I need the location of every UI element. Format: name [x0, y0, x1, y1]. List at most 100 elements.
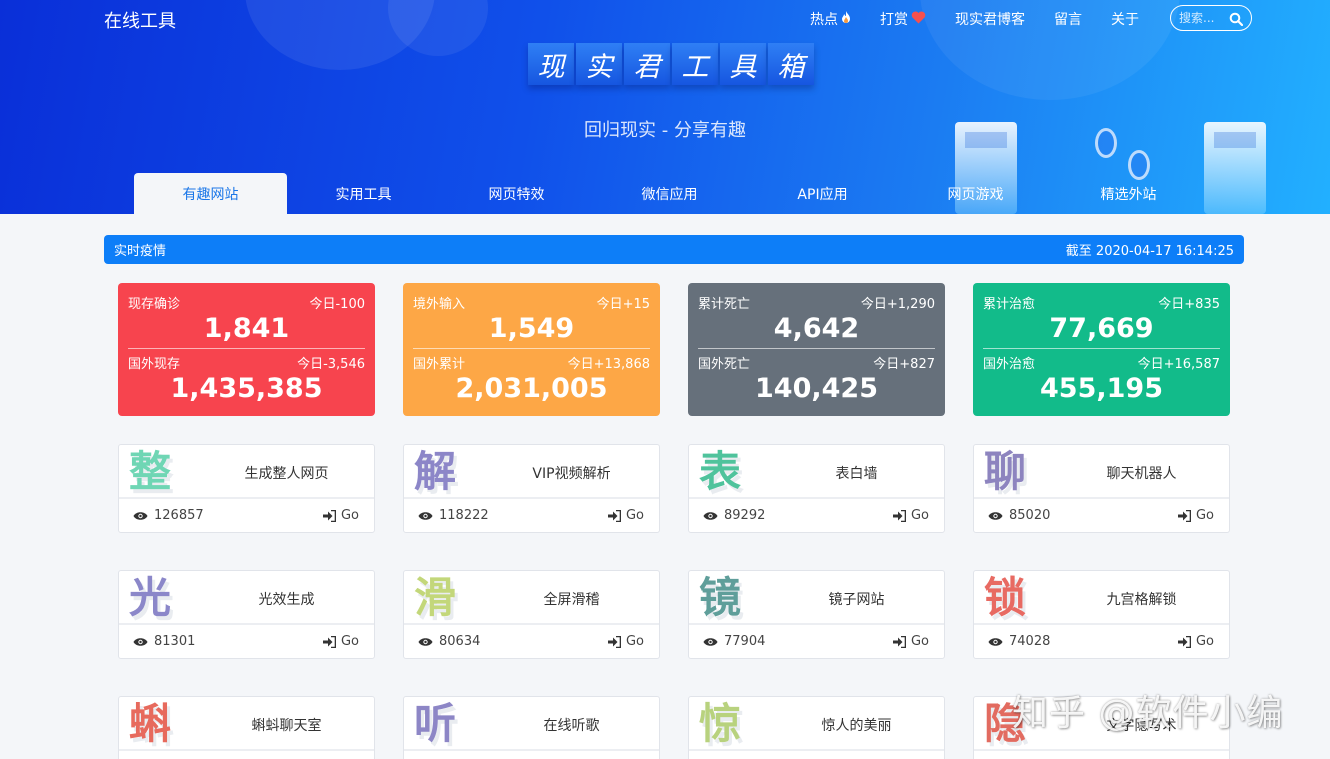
tool-card[interactable]: 听 在线听歌: [403, 696, 660, 759]
tool-glyph: 惊: [699, 699, 742, 748]
tool-card-header: 整 生成整人网页: [119, 445, 374, 499]
nav-message[interactable]: 留言: [1054, 9, 1082, 29]
go-label[interactable]: Go: [1196, 508, 1214, 523]
nav-hot[interactable]: 热点: [810, 9, 851, 29]
go-label[interactable]: Go: [911, 634, 929, 649]
tool-title[interactable]: 全屏滑稽: [484, 589, 659, 609]
view-count-value: 118222: [439, 508, 489, 523]
stat-value: 1,435,385: [170, 373, 323, 404]
go-label[interactable]: Go: [341, 508, 359, 523]
notice-title: 实时疫情: [114, 244, 167, 259]
stat-value: 140,425: [755, 373, 878, 404]
tool-card-header: 光 光效生成: [119, 571, 374, 625]
stat-label: 累计治愈: [983, 297, 1036, 312]
eye-icon: [988, 637, 1003, 646]
tool-card-footer: 77904 Go: [689, 625, 944, 658]
stat-label: 国外累计: [413, 357, 466, 372]
nav-blog[interactable]: 现实君博客: [955, 9, 1025, 29]
go-link[interactable]: Go: [892, 508, 929, 523]
stat-label: 境外输入: [413, 297, 466, 312]
view-count: 74028: [988, 634, 1050, 649]
stat-delta: 今日+827: [873, 357, 935, 372]
go-label[interactable]: Go: [626, 508, 644, 523]
tool-card[interactable]: 光 光效生成 81301 Go: [118, 570, 375, 659]
hero-header: 在线工具 热点 打赏 现实君博客 留言 关于 现 实 君 工 具 箱 回归现实 …: [0, 0, 1330, 214]
tool-title[interactable]: 表白墙: [769, 463, 944, 483]
sign-in-icon: [892, 509, 906, 522]
tab-games[interactable]: 网页游戏: [899, 173, 1052, 214]
tool-title[interactable]: 惊人的美丽: [769, 715, 944, 735]
stat-delta: 今日+16,587: [1137, 357, 1220, 372]
tool-card[interactable]: 聊 聊天机器人 85020 Go: [973, 444, 1230, 533]
tool-card[interactable]: 蝌 蝌蚪聊天室: [118, 696, 375, 759]
stat-label: 国外死亡: [698, 357, 751, 372]
go-link[interactable]: Go: [1177, 634, 1214, 649]
epidemic-notice-bar: 实时疫情 截至 2020-04-17 16:14:25: [104, 235, 1244, 264]
stat-value: 2,031,005: [455, 373, 608, 404]
tool-card-footer: 89292 Go: [689, 499, 944, 532]
view-count: 80634: [418, 634, 480, 649]
view-count-value: 81301: [154, 634, 196, 649]
go-label[interactable]: Go: [1196, 634, 1214, 649]
search-icon[interactable]: [1229, 11, 1244, 27]
view-count: 85020: [988, 508, 1050, 523]
site-title[interactable]: 在线工具: [104, 7, 176, 33]
tool-card[interactable]: 解 VIP视频解析 118222 Go: [403, 444, 660, 533]
tool-glyph: 镜: [699, 573, 742, 622]
banner-char: 君: [624, 43, 670, 85]
stat-card-deaths: 累计死亡 今日+1,290 4,642 国外死亡 今日+827 140,425: [688, 283, 945, 416]
go-link[interactable]: Go: [607, 634, 644, 649]
tool-card[interactable]: 表 表白墙 89292 Go: [688, 444, 945, 533]
divider: [698, 348, 935, 349]
tab-external[interactable]: 精选外站: [1052, 173, 1205, 214]
go-link[interactable]: Go: [322, 508, 359, 523]
go-link[interactable]: Go: [1177, 508, 1214, 523]
tool-title[interactable]: 蝌蚪聊天室: [199, 715, 374, 735]
search-input[interactable]: [1179, 11, 1227, 25]
view-count: 81301: [133, 634, 195, 649]
tool-card-header: 惊 惊人的美丽: [689, 697, 944, 751]
view-count: 118222: [418, 508, 489, 523]
tab-api[interactable]: API应用: [746, 173, 899, 214]
tool-card[interactable]: 整 生成整人网页 126857 Go: [118, 444, 375, 533]
tool-card-footer: 85020 Go: [974, 499, 1229, 532]
tab-web-effects[interactable]: 网页特效: [440, 173, 593, 214]
go-label[interactable]: Go: [341, 634, 359, 649]
eye-icon: [703, 511, 718, 520]
go-link[interactable]: Go: [607, 508, 644, 523]
go-label[interactable]: Go: [626, 634, 644, 649]
stat-value: 455,195: [1040, 373, 1163, 404]
tab-fun-sites[interactable]: 有趣网站: [134, 173, 287, 214]
notice-timestamp: 截至 2020-04-17 16:14:25: [1065, 244, 1234, 259]
tool-title[interactable]: 镜子网站: [769, 589, 944, 609]
tool-card-footer: 80634 Go: [404, 625, 659, 658]
tool-card-footer: 81301 Go: [119, 625, 374, 658]
tool-glyph: 表: [699, 447, 742, 496]
sign-in-icon: [322, 509, 336, 522]
tool-title[interactable]: 生成整人网页: [199, 463, 374, 483]
tool-glyph: 锁: [984, 573, 1027, 622]
stat-label: 现存确诊: [128, 297, 181, 312]
nav-donate[interactable]: 打赏: [880, 9, 926, 29]
tool-title[interactable]: 光效生成: [199, 589, 374, 609]
tool-card[interactable]: 锁 九宫格解锁 74028 Go: [973, 570, 1230, 659]
tool-title[interactable]: 九宫格解锁: [1054, 589, 1229, 609]
go-label[interactable]: Go: [911, 508, 929, 523]
tool-title[interactable]: VIP视频解析: [484, 463, 659, 483]
sign-in-icon: [892, 635, 906, 648]
tool-card[interactable]: 滑 全屏滑稽 80634 Go: [403, 570, 660, 659]
nav-about[interactable]: 关于: [1111, 9, 1139, 29]
view-count-value: 126857: [154, 508, 204, 523]
go-link[interactable]: Go: [892, 634, 929, 649]
tool-card[interactable]: 镜 镜子网站 77904 Go: [688, 570, 945, 659]
view-count-value: 74028: [1009, 634, 1051, 649]
tab-tools[interactable]: 实用工具: [287, 173, 440, 214]
view-count: 77904: [703, 634, 765, 649]
tool-card-header: 镜 镜子网站: [689, 571, 944, 625]
top-nav: 热点 打赏 现实君博客 留言 关于: [810, 9, 1168, 29]
tool-title[interactable]: 聊天机器人: [1054, 463, 1229, 483]
tool-title[interactable]: 在线听歌: [484, 715, 659, 735]
tab-wechat[interactable]: 微信应用: [593, 173, 746, 214]
go-link[interactable]: Go: [322, 634, 359, 649]
tool-card[interactable]: 惊 惊人的美丽: [688, 696, 945, 759]
